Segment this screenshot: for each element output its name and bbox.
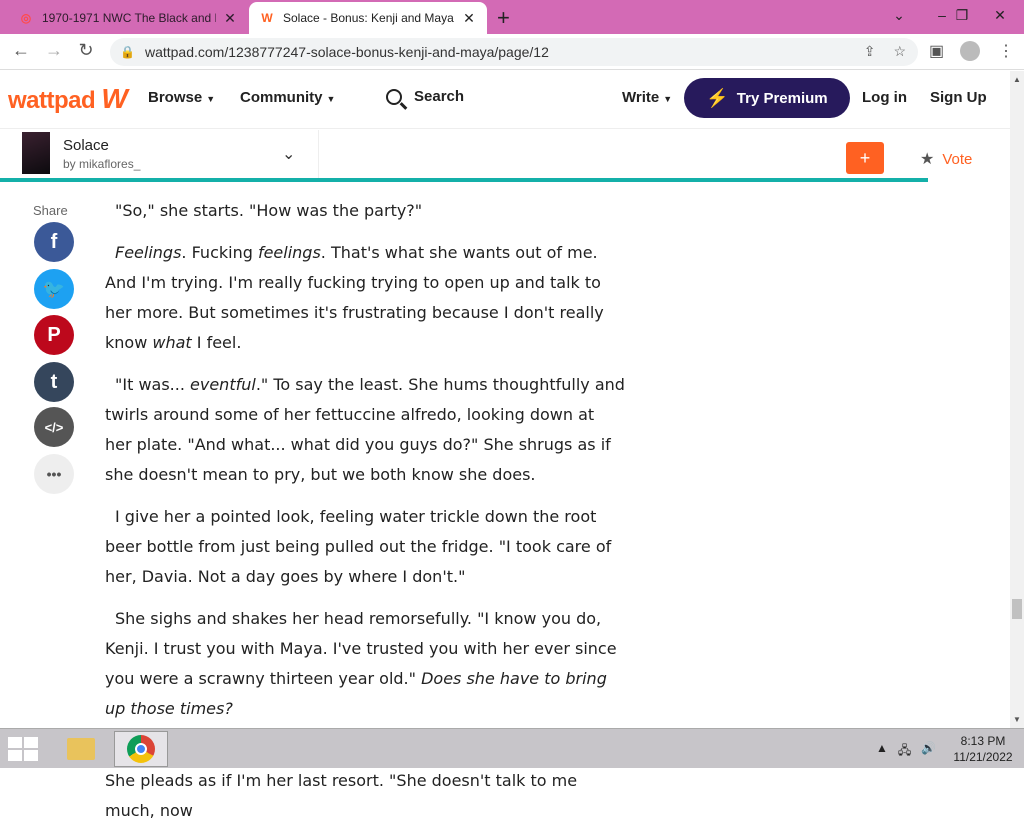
page-scrollbar[interactable]: ▲ ▼ (1010, 71, 1024, 728)
restore-button[interactable]: ❐ (942, 0, 982, 30)
italic-text: what (152, 333, 192, 352)
back-icon[interactable]: ← (10, 40, 32, 61)
login-link[interactable]: Log in (862, 89, 907, 106)
wattpad-logo[interactable]: wattpad W (8, 83, 128, 115)
divider (318, 130, 319, 178)
site-header: wattpad W Browse ▼ Community ▼ Search Writ… (0, 71, 1010, 129)
text-run: "So," she starts. "How was the party?" (115, 201, 423, 220)
menu-kebab-icon[interactable]: ⋮ (998, 41, 1014, 61)
story-paragraph: Feelings. Fucking feelings. That's what … (105, 238, 625, 358)
lock-icon: 🔒 (120, 45, 135, 59)
side-panel-icon[interactable]: ▣ (929, 41, 944, 61)
address-bar[interactable]: 🔒 wattpad.com/1238777247-solace-bonus-ke… (110, 38, 918, 66)
text-run: . Fucking (181, 243, 258, 262)
time: 8:13 PM (960, 734, 1006, 748)
story-paragraph: "So," she starts. "How was the party?" (105, 196, 625, 226)
signup-link[interactable]: Sign Up (930, 89, 987, 106)
scroll-up-icon[interactable]: ▲ (1013, 75, 1021, 84)
date: 11/21/2022 (953, 750, 1013, 764)
browse-menu[interactable]: Browse ▼ (148, 89, 215, 106)
caret-down-icon: ▼ (206, 94, 216, 104)
wattpad-w-icon: W (101, 83, 128, 114)
browser-toolbar: ← → ↻ 🔒 wattpad.com/1238777247-solace-bo… (0, 34, 1024, 70)
story-paragraph: I give her a pointed look, feeling water… (105, 502, 625, 592)
bookmark-star-icon[interactable]: ☆ (893, 43, 906, 60)
tab-favicon-icon: ◎ (20, 11, 32, 25)
star-icon: ★ (920, 151, 935, 168)
file-explorer-icon[interactable] (54, 731, 108, 767)
scroll-down-icon[interactable]: ▼ (1013, 715, 1021, 724)
caret-down-icon: ▼ (663, 94, 673, 104)
close-tab-icon[interactable]: ✕ (461, 10, 477, 27)
os-taskbar: ▲ 🖧 🔊 8:13 PM 11/21/2022 (0, 728, 1024, 768)
community-menu[interactable]: Community ▼ (240, 89, 335, 106)
chevron-down-icon[interactable]: ⌄ (282, 144, 295, 164)
new-tab-button[interactable]: + (497, 5, 510, 31)
story-bar: Solace by mikaflores_ ⌄ + ★ Vote (0, 130, 1010, 182)
system-tray: ▲ 🖧 🔊 (876, 741, 936, 762)
wattpad-favicon-icon: W (261, 11, 273, 25)
text-run: I feel. (191, 333, 242, 352)
share-label: Share (33, 203, 68, 218)
pinterest-share-icon[interactable]: P (34, 315, 74, 355)
text-run: "It was... (115, 375, 191, 394)
network-icon[interactable]: 🖧 (898, 741, 911, 762)
url-text: wattpad.com/1238777247-solace-bonus-kenj… (144, 44, 549, 60)
clock[interactable]: 8:13 PM 11/21/2022 (950, 733, 1016, 765)
story-author[interactable]: by mikaflores_ (63, 157, 140, 171)
facebook-share-icon[interactable]: f (34, 222, 74, 262)
tab-nwc[interactable]: ◎ 1970-1971 NWC The Black and F ✕ (8, 2, 248, 34)
story-cover-thumbnail[interactable] (22, 132, 50, 174)
write-menu[interactable]: Write ▼ (622, 89, 672, 106)
italic-text: feelings (257, 243, 321, 262)
chrome-icon[interactable] (114, 731, 168, 767)
volume-icon[interactable]: 🔊 (921, 741, 936, 762)
add-to-library-button[interactable]: + (846, 142, 884, 174)
embed-share-icon[interactable]: </> (34, 407, 74, 447)
tab-search-icon[interactable]: ⌄ (879, 0, 919, 30)
story-paragraph: "It was... eventful." To say the least. … (105, 370, 625, 490)
caret-down-icon: ▼ (326, 94, 336, 104)
story-title[interactable]: Solace (63, 137, 109, 154)
reading-progress-bar (0, 178, 929, 182)
forward-icon[interactable]: → (43, 40, 65, 61)
twitter-share-icon[interactable]: 🐦 (34, 269, 74, 309)
profile-avatar[interactable] (960, 41, 980, 66)
lightning-icon: ⚡ (706, 87, 729, 108)
share-page-icon[interactable]: ⇪ (864, 43, 876, 60)
story-paragraph: She sighs and shakes her head remorseful… (105, 604, 625, 724)
more-share-icon[interactable]: ••• (34, 454, 74, 494)
tumblr-share-icon[interactable]: t (34, 362, 74, 402)
italic-text: Feelings (115, 243, 182, 262)
close-tab-icon[interactable]: ✕ (222, 10, 238, 27)
try-premium-button[interactable]: ⚡ Try Premium (684, 78, 850, 118)
search-icon (386, 88, 402, 105)
search-button[interactable]: Search (386, 88, 464, 105)
scrollbar-thumb[interactable] (1012, 599, 1022, 619)
vote-button[interactable]: ★ Vote (920, 149, 972, 169)
tab-strip: ◎ 1970-1971 NWC The Black and F ✕ W Sola… (0, 0, 1024, 34)
reload-icon[interactable]: ↻ (75, 40, 97, 61)
italic-text: eventful (190, 375, 256, 394)
tab-title: Solace - Bonus: Kenji and Maya - (283, 11, 455, 25)
close-window-button[interactable]: ✕ (980, 0, 1020, 30)
tab-solace[interactable]: W Solace - Bonus: Kenji and Maya - ✕ (249, 2, 487, 34)
text-run: I give her a pointed look, feeling water… (105, 507, 612, 586)
tray-chevron-icon[interactable]: ▲ (876, 741, 888, 762)
tab-title: 1970-1971 NWC The Black and F (42, 11, 216, 25)
windows-start-icon[interactable] (8, 737, 38, 761)
